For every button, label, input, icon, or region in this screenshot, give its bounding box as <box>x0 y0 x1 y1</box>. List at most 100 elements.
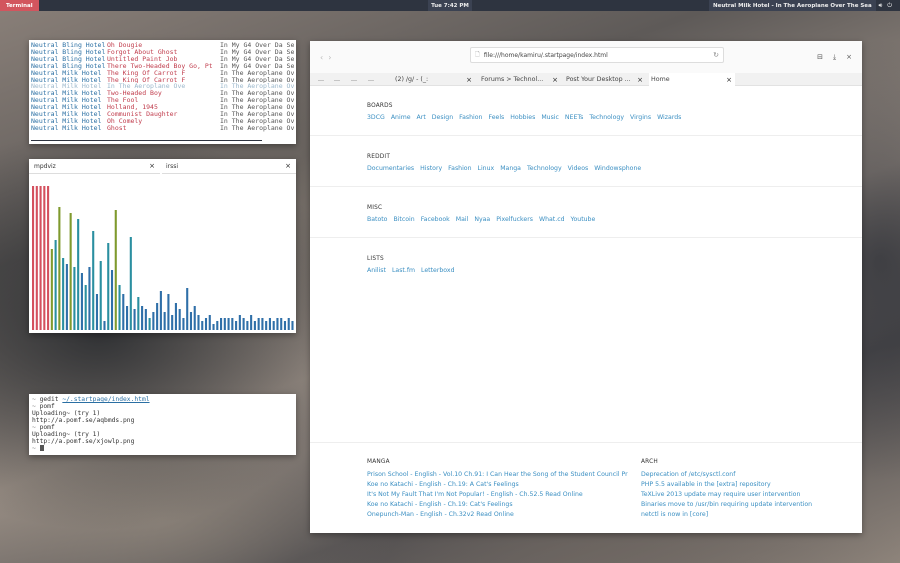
close-icon[interactable]: × <box>726 76 732 84</box>
browser-tab[interactable]: ... <box>364 73 378 86</box>
manga-item[interactable]: Prison School - English - Vol.10 Ch.91: … <box>367 470 628 480</box>
tab-irssi[interactable]: irssi × <box>162 159 296 174</box>
link-feels[interactable]: Feels <box>488 114 504 121</box>
playlist-row[interactable]: Neutral Milk Hotel Holland, 1945 In The Ae… <box>31 104 294 111</box>
terminal-window[interactable]: ~ gedit ~/.startpage/index.html ~ pomf Upl… <box>29 394 296 455</box>
track-title: The King Of Carrot F <box>107 76 186 84</box>
playlist-row[interactable]: Neutral Milk Hotel Two-Headed Boy In The A… <box>31 90 294 97</box>
spectrum-bar <box>182 318 185 330</box>
playlist-row[interactable]: Neutral Bling Hotel Untitled Paint Job In… <box>31 56 294 63</box>
file-path-link[interactable]: ~/.startpage/index.html <box>62 396 149 403</box>
manga-item[interactable]: Koe no Katachi - English - Ch.19: A Cat'… <box>367 480 628 490</box>
link-fashion[interactable]: Fashion <box>459 114 482 121</box>
link-pixelfuckers[interactable]: Pixelfuckers <box>496 216 533 223</box>
link-youtube[interactable]: Youtube <box>571 216 596 223</box>
spectrum-bar <box>99 261 102 330</box>
link-3dcg[interactable]: 3DCG <box>367 114 385 121</box>
link-last-fm[interactable]: Last.fm <box>392 267 415 274</box>
close-icon[interactable]: × <box>466 76 472 84</box>
back-arrow-icon[interactable]: ‹ <box>320 53 328 62</box>
track-title: In The Aeroplane Ove <box>107 83 186 91</box>
close-icon[interactable]: × <box>552 76 558 84</box>
link-neets[interactable]: NEETs <box>565 114 583 121</box>
spectrum-bar <box>272 321 275 330</box>
link-facebook[interactable]: Facebook <box>421 216 450 223</box>
browser-tab[interactable]: ... <box>347 73 361 86</box>
download-icon[interactable]: ⤓ <box>833 53 836 62</box>
terminal-prompt-line[interactable]: ~ <box>32 445 293 452</box>
playlist-row[interactable]: Neutral Bling Hotel Forgot About Ghost In… <box>31 49 294 56</box>
link-design[interactable]: Design <box>432 114 453 121</box>
close-icon[interactable]: × <box>637 76 643 84</box>
link-wizards[interactable]: Wizards <box>657 114 681 121</box>
link-nyaa[interactable]: Nyaa <box>474 216 490 223</box>
arch-news-item[interactable]: netctl is now in [core] <box>641 510 812 520</box>
browser-tab[interactable]: Home × <box>649 73 735 86</box>
url-text: file:///home/kamiru/.startpage/index.htm… <box>483 51 608 59</box>
link-virgins[interactable]: Virgins <box>630 114 651 121</box>
link-videos[interactable]: Videos <box>568 165 589 172</box>
playlist-row[interactable]: Neutral Milk Hotel Oh Comely In The Aeropl… <box>31 118 294 125</box>
arch-news-item[interactable]: Binaries move to /usr/bin requiring upda… <box>641 500 812 510</box>
link-fashion[interactable]: Fashion <box>448 165 471 172</box>
active-window-label[interactable]: Terminal <box>0 0 39 11</box>
tab-mpdviz[interactable]: mpdviz × <box>29 159 160 174</box>
browser-tab[interactable]: ... <box>314 73 328 86</box>
link-batoto[interactable]: Batoto <box>367 216 387 223</box>
section-title: MANGA <box>367 459 390 465</box>
link-history[interactable]: History <box>420 165 442 172</box>
link-documentaries[interactable]: Documentaries <box>367 165 414 172</box>
forward-arrow-icon[interactable]: › <box>328 53 336 62</box>
page-icon: 🗋 <box>475 51 480 58</box>
playlist-row[interactable]: Neutral Bling Hotel Oh Dougie In My G4 Ov… <box>31 42 294 49</box>
track-album: In The Aeroplane Over The Sea <box>220 124 294 132</box>
link-manga[interactable]: Manga <box>500 165 521 172</box>
link-windowsphone[interactable]: Windowsphone <box>594 165 641 172</box>
playlist-row[interactable]: Neutral Bling Hotel There Two-Headed Boy … <box>31 63 294 70</box>
playlist-row[interactable]: Neutral Milk Hotel The King Of Carrot F In… <box>31 77 294 84</box>
playlist-row[interactable]: Neutral Milk Hotel The King Of Carrot F In… <box>31 70 294 77</box>
browser-tab[interactable]: Forums > Technol... × <box>479 73 561 86</box>
reload-icon[interactable]: ↻ <box>713 51 719 59</box>
close-icon[interactable]: × <box>846 53 852 62</box>
spectrum-bar <box>92 231 95 330</box>
manga-item[interactable]: It's Not My Fault That I'm Not Popular! … <box>367 490 628 500</box>
speaker-icon[interactable]: 🔊︎ <box>878 2 882 10</box>
arch-news-item[interactable]: PHP 5.5 available in the [extra] reposit… <box>641 480 812 490</box>
link-letterboxd[interactable]: Letterboxd <box>421 267 454 274</box>
manga-item[interactable]: Onepunch-Man - English - Ch.32v2 Read On… <box>367 510 628 520</box>
address-bar[interactable]: 🗋 file:///home/kamiru/.startpage/index.h… <box>470 47 724 63</box>
bookmark-icon[interactable]: ⊟ <box>817 53 823 62</box>
now-playing[interactable]: Neutral Milk Hotel - In The Aeroplane Ov… <box>709 0 876 11</box>
divider <box>310 186 862 187</box>
link-hobbies[interactable]: Hobbies <box>510 114 535 121</box>
spectrum-bar <box>201 321 204 330</box>
link-anime[interactable]: Anime <box>391 114 411 121</box>
playlist-row[interactable]: Neutral Milk Hotel Communist Daughter In T… <box>31 111 294 118</box>
browser-toolbar: ‹› 🗋 file:///home/kamiru/.startpage/inde… <box>310 41 862 73</box>
link-linux[interactable]: Linux <box>478 165 495 172</box>
spectrum-bar <box>238 315 241 330</box>
link-music[interactable]: Music <box>541 114 559 121</box>
link-art[interactable]: Art <box>417 114 426 121</box>
clock[interactable]: Tue 7:42 PM <box>428 0 472 11</box>
link-mail[interactable]: Mail <box>456 216 469 223</box>
arch-news-item[interactable]: Deprecation of /etc/sysctl.conf <box>641 470 812 480</box>
link-technology[interactable]: Technology <box>589 114 624 121</box>
playlist-row[interactable]: Neutral Milk Hotel The Fool In The Aeropla… <box>31 97 294 104</box>
power-icon[interactable]: ⏻ <box>887 2 892 10</box>
browser-tab[interactable]: (2) /g/ - (_: × <box>393 73 475 86</box>
link-anilist[interactable]: Anilist <box>367 267 386 274</box>
playlist-row-current[interactable]: Neutral Milk Hotel In The Aeroplane Ove In… <box>31 83 294 90</box>
browser-tab[interactable]: ... <box>330 73 344 86</box>
link-what-cd[interactable]: What.cd <box>539 216 565 223</box>
close-icon[interactable]: × <box>285 162 291 170</box>
link-bitcoin[interactable]: Bitcoin <box>393 216 414 223</box>
spectrum-bar <box>197 315 200 330</box>
arch-news-item[interactable]: TeXLive 2013 update may require user int… <box>641 490 812 500</box>
manga-item[interactable]: Koe no Katachi - English - Ch.19: Cat's … <box>367 500 628 510</box>
browser-tab[interactable]: Post Your Desktop ... × <box>564 73 646 86</box>
link-technology[interactable]: Technology <box>527 165 562 172</box>
close-icon[interactable]: × <box>149 162 155 170</box>
playlist-row[interactable]: Neutral Milk Hotel Ghost In The Aeroplane … <box>31 125 294 132</box>
